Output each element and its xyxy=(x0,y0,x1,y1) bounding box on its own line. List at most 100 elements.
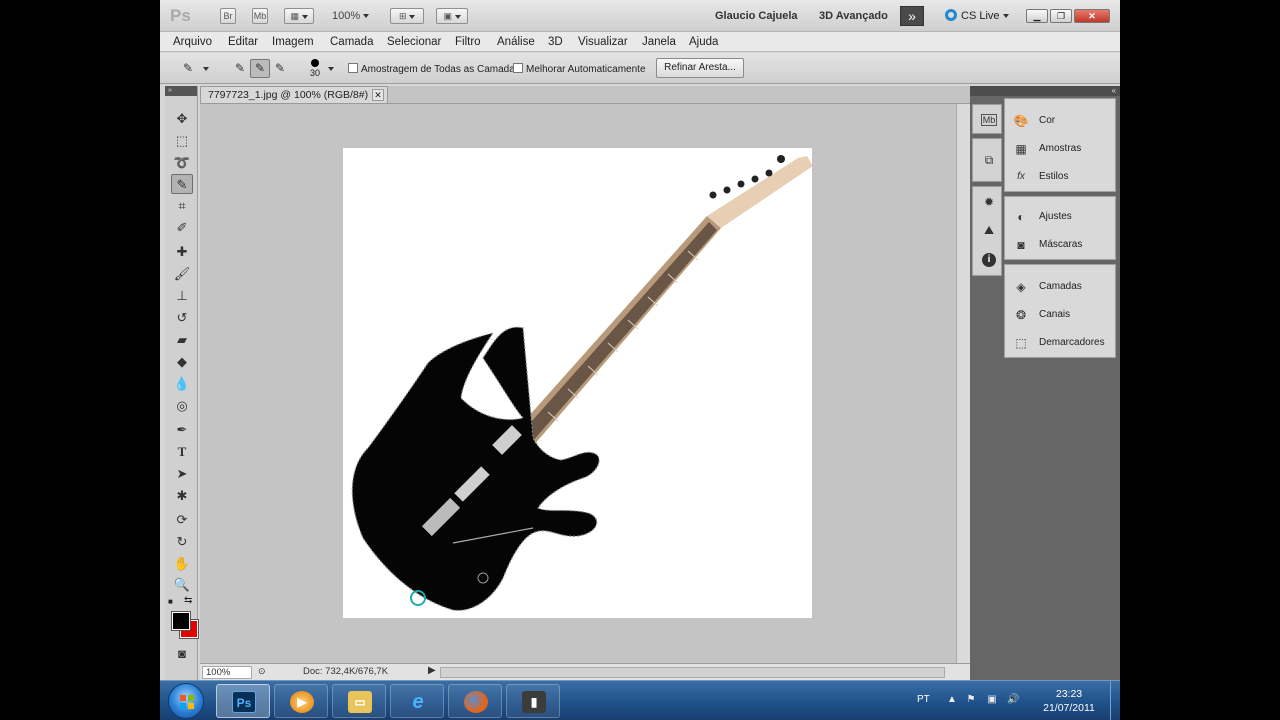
menu-imagem[interactable]: Imagem xyxy=(272,36,314,48)
taskbar-recorder[interactable]: ▮ xyxy=(506,684,560,718)
status-arrow-icon[interactable]: ▶ xyxy=(428,665,436,676)
network-icon[interactable]: ▣ xyxy=(986,694,998,706)
image-canvas[interactable] xyxy=(343,148,813,618)
type-tool[interactable]: T xyxy=(171,441,193,461)
menu-ajuda[interactable]: Ajuda xyxy=(689,36,718,48)
tool-preset-picker[interactable]: ✎ xyxy=(178,59,198,78)
chevron-down-icon xyxy=(203,67,209,71)
menu-analise[interactable]: Análise xyxy=(497,36,535,48)
default-colors-icon[interactable]: ■ xyxy=(168,597,173,606)
eraser-tool[interactable]: ▰ xyxy=(171,329,193,349)
horizontal-scrollbar[interactable] xyxy=(440,667,945,678)
lasso-tool[interactable]: ➰ xyxy=(171,152,193,172)
start-button[interactable] xyxy=(168,683,204,719)
checkbox-box xyxy=(513,63,523,73)
taskbar-media-player[interactable]: ▶ xyxy=(274,684,328,718)
history-brush-tool[interactable]: ↺ xyxy=(171,307,193,327)
quick-selection-tool[interactable]: ✎ xyxy=(171,174,193,194)
quick-mask-button[interactable]: ◙ xyxy=(171,643,193,663)
brush-picker[interactable]: 30 xyxy=(308,57,322,78)
tools-collapse-handle[interactable]: » xyxy=(165,86,197,96)
arrange-documents-button[interactable]: ⊞ xyxy=(390,8,424,24)
minimize-button[interactable]: ▁ xyxy=(1026,9,1048,23)
action-center-icon[interactable]: ⚑ xyxy=(965,694,977,706)
subtract-selection-button[interactable]: ✎ xyxy=(270,59,290,78)
foreground-color-swatch[interactable] xyxy=(171,611,191,631)
dodge-tool[interactable]: ◎ xyxy=(171,395,193,415)
workspace-preset[interactable]: 3D Avançado xyxy=(819,10,888,22)
taskbar-internet-explorer[interactable]: e xyxy=(390,684,444,718)
marquee-tool[interactable]: ⬚ xyxy=(171,130,193,150)
mini-bridge-button[interactable]: Mb xyxy=(252,8,268,24)
status-zoom-field[interactable]: 100% xyxy=(202,666,252,679)
menu-camada[interactable]: Camada xyxy=(330,36,373,48)
spot-healing-tool[interactable]: ✚ xyxy=(171,241,193,261)
media-player-icon: ▶ xyxy=(290,691,314,713)
swap-colors-icon[interactable]: ⇆ xyxy=(184,595,192,606)
3d-orbit-tool[interactable]: ↻ xyxy=(171,531,193,551)
system-clock[interactable]: 23:23 21/07/2011 xyxy=(1036,687,1102,715)
panel-ajustes[interactable]: ◐ Ajustes xyxy=(1005,205,1115,229)
quick-selection-icon: ✎ xyxy=(176,177,188,192)
menu-selecionar[interactable]: Selecionar xyxy=(387,36,441,48)
panel-estilos[interactable]: fx Estilos xyxy=(1005,165,1115,189)
history-panel-button[interactable]: ⧉ xyxy=(979,151,999,169)
crop-tool[interactable]: ⌗ xyxy=(171,195,193,215)
cs-live-menu[interactable]: CS Live xyxy=(945,9,1009,22)
eyedropper-tool[interactable]: ✐ xyxy=(171,217,193,237)
menu-editar[interactable]: Editar xyxy=(228,36,258,48)
volume-icon[interactable]: 🔊 xyxy=(1007,694,1019,706)
panel-dock-collapse[interactable]: « xyxy=(1004,86,1120,96)
taskbar-firefox[interactable] xyxy=(448,684,502,718)
menu-visualizar[interactable]: Visualizar xyxy=(578,36,628,48)
clone-stamp-tool[interactable]: ⊥ xyxy=(171,285,193,305)
panel-canais[interactable]: ❂ Canais xyxy=(1005,303,1115,327)
new-selection-button[interactable]: ✎ xyxy=(230,59,250,78)
panel-demarcadores[interactable]: ⬚ Demarcadores xyxy=(1005,331,1115,355)
restore-button[interactable]: ❐ xyxy=(1050,9,1072,23)
language-indicator[interactable]: PT xyxy=(917,694,930,705)
view-extras-button[interactable]: ▦ xyxy=(284,8,314,24)
blur-tool[interactable]: 💧 xyxy=(171,373,193,393)
show-desktop-button[interactable] xyxy=(1110,681,1120,720)
status-menu-icon[interactable]: ⊙ xyxy=(258,666,266,677)
shape-tool[interactable]: ✱ xyxy=(171,485,193,505)
bridge-button[interactable]: Br xyxy=(220,8,236,24)
refine-edge-button[interactable]: Refinar Aresta... xyxy=(656,58,744,78)
workspace-user-name[interactable]: Glaucio Cajuela xyxy=(715,10,798,22)
menu-filtro[interactable]: Filtro xyxy=(455,36,481,48)
close-document-icon[interactable]: ✕ xyxy=(372,89,384,101)
taskbar-photoshop[interactable]: Ps xyxy=(216,684,270,718)
3d-panel-button[interactable]: ✹ xyxy=(979,193,999,211)
hand-tool[interactable]: ✋ xyxy=(171,553,193,573)
add-to-selection-button[interactable]: ✎ xyxy=(250,59,270,78)
mini-bridge-panel-button[interactable]: Mb xyxy=(979,110,999,128)
3d-rotate-tool[interactable]: ⟳ xyxy=(171,509,193,529)
brush-dropdown-icon[interactable] xyxy=(328,67,334,71)
pen-tool[interactable]: ✒ xyxy=(171,419,193,439)
info-panel-button[interactable]: i xyxy=(979,249,999,267)
menu-arquivo[interactable]: Arquivo xyxy=(173,36,212,48)
auto-enhance-checkbox[interactable]: Melhorar Automaticamente xyxy=(513,63,646,75)
path-selection-tool[interactable]: ➤ xyxy=(171,463,193,483)
taskbar-explorer[interactable]: ▭ xyxy=(332,684,386,718)
zoom-tool[interactable]: 🔍 xyxy=(171,574,193,594)
panel-amostras[interactable]: ▦ Amostras xyxy=(1005,137,1115,161)
zoom-level-dropdown[interactable]: 100% xyxy=(332,10,370,22)
tray-expand-icon[interactable]: ▲ xyxy=(946,694,958,706)
brush-tool[interactable]: 🖌 xyxy=(171,263,193,283)
menu-janela[interactable]: Janela xyxy=(642,36,676,48)
document-tab[interactable]: 7797723_1.jpg @ 100% (RGB/8#) ✕ xyxy=(200,86,388,104)
move-tool[interactable]: ✥ xyxy=(171,108,193,128)
navigator-panel-button[interactable]: ⛰ xyxy=(979,221,999,239)
close-button[interactable]: ✕ xyxy=(1074,9,1110,23)
menu-3d[interactable]: 3D xyxy=(548,36,563,48)
panel-cor[interactable]: 🎨 Cor xyxy=(1005,109,1115,133)
panel-mascaras[interactable]: ◙ Máscaras xyxy=(1005,233,1115,257)
panel-camadas[interactable]: ◈ Camadas xyxy=(1005,275,1115,299)
sample-all-layers-checkbox[interactable]: Amostragem de Todas as Camadas xyxy=(348,63,520,75)
vertical-scrollbar[interactable] xyxy=(956,104,970,664)
paint-bucket-tool[interactable]: ◆ xyxy=(171,351,193,371)
screen-mode-button[interactable]: ▣ xyxy=(436,8,468,24)
more-workspaces-button[interactable]: » xyxy=(900,6,924,26)
